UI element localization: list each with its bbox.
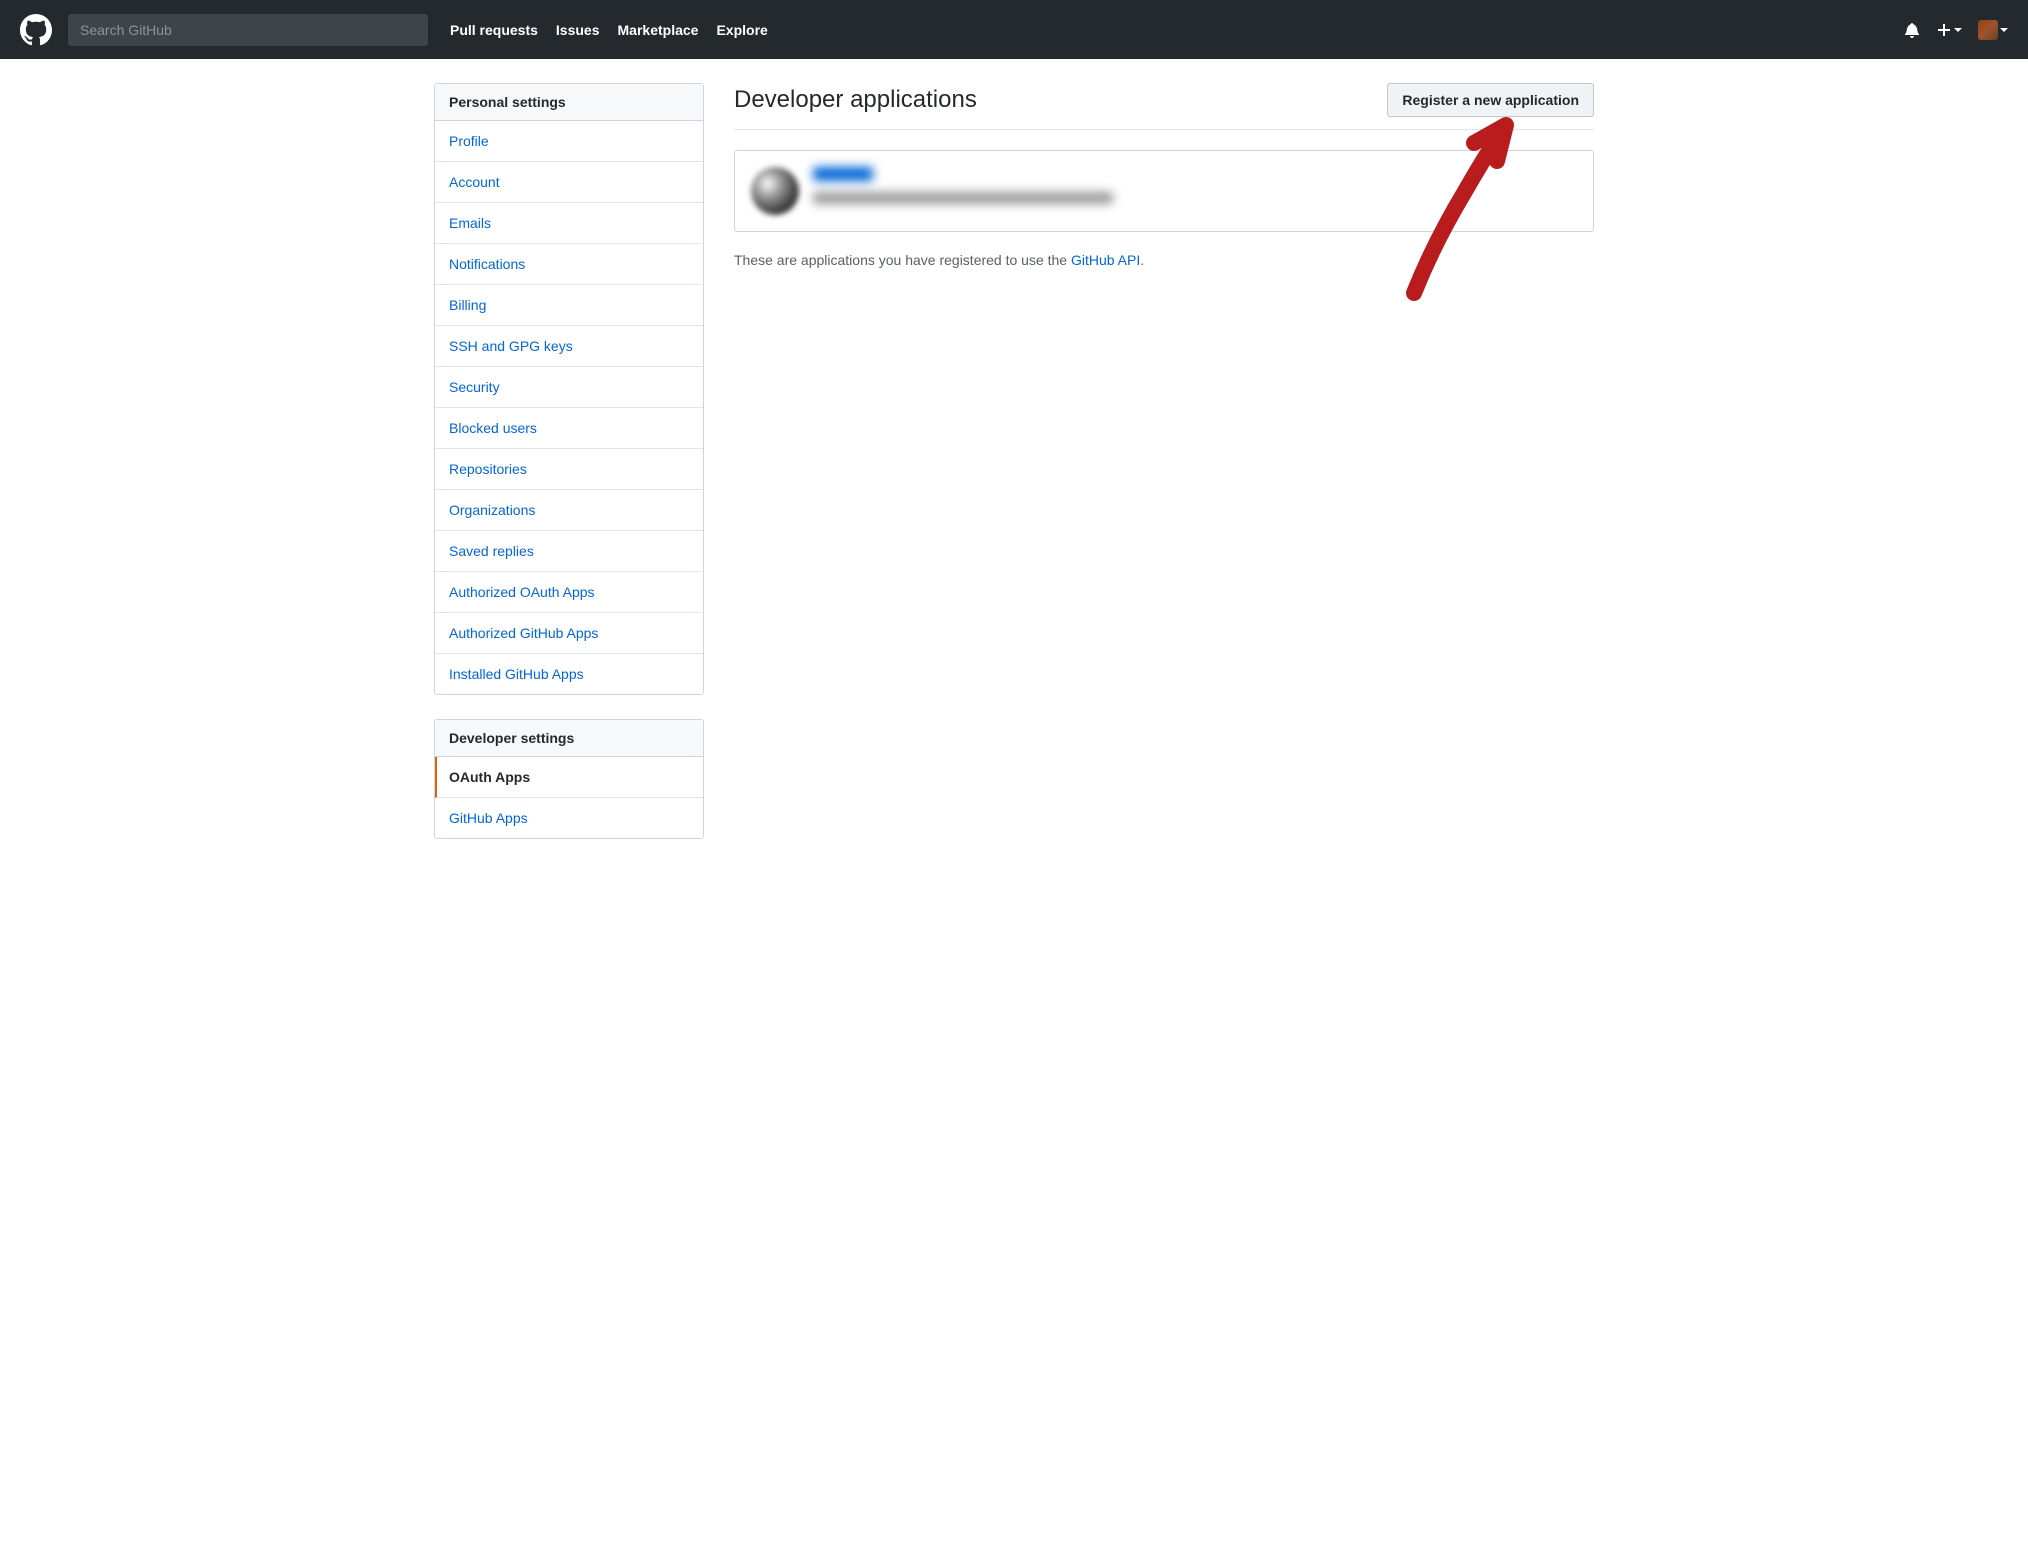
sidebar-item-account[interactable]: Account xyxy=(435,162,703,203)
application-icon xyxy=(751,167,799,215)
sidebar-item-installed-github-apps[interactable]: Installed GitHub Apps xyxy=(435,654,703,694)
header-user-actions xyxy=(1904,20,2008,40)
sidebar-item-security[interactable]: Security xyxy=(435,367,703,408)
caret-down-icon xyxy=(2000,28,2008,32)
developer-settings-menu: Developer settings OAuth Apps GitHub App… xyxy=(434,719,704,839)
create-new-dropdown[interactable] xyxy=(1936,22,1962,38)
sidebar-item-oauth-apps[interactable]: OAuth Apps xyxy=(435,757,703,798)
application-row[interactable] xyxy=(734,150,1594,232)
sidebar-item-saved-replies[interactable]: Saved replies xyxy=(435,531,703,572)
sidebar-item-github-apps[interactable]: GitHub Apps xyxy=(435,798,703,838)
github-api-link[interactable]: GitHub API xyxy=(1071,252,1140,268)
application-name xyxy=(813,167,873,181)
caret-down-icon xyxy=(1954,28,1962,32)
sidebar-item-billing[interactable]: Billing xyxy=(435,285,703,326)
page-header: Developer applications Register a new ap… xyxy=(734,83,1594,130)
sidebar-item-organizations[interactable]: Organizations xyxy=(435,490,703,531)
search-input[interactable] xyxy=(68,14,428,46)
info-text-suffix: . xyxy=(1140,252,1144,268)
applications-info-text: These are applications you have register… xyxy=(734,252,1594,268)
github-logo-icon[interactable] xyxy=(20,14,52,46)
sidebar-item-authorized-oauth-apps[interactable]: Authorized OAuth Apps xyxy=(435,572,703,613)
user-menu-dropdown[interactable] xyxy=(1978,20,2008,40)
sidebar-item-repositories[interactable]: Repositories xyxy=(435,449,703,490)
sidebar-item-emails[interactable]: Emails xyxy=(435,203,703,244)
plus-icon xyxy=(1936,22,1952,38)
personal-settings-header: Personal settings xyxy=(435,84,703,121)
sidebar-item-ssh-gpg-keys[interactable]: SSH and GPG keys xyxy=(435,326,703,367)
avatar xyxy=(1978,20,1998,40)
nav-issues[interactable]: Issues xyxy=(556,22,600,38)
nav-explore[interactable]: Explore xyxy=(716,22,767,38)
page-title: Developer applications xyxy=(734,86,977,114)
sidebar-item-authorized-github-apps[interactable]: Authorized GitHub Apps xyxy=(435,613,703,654)
sidebar-item-notifications[interactable]: Notifications xyxy=(435,244,703,285)
application-details xyxy=(813,167,1577,204)
sidebar-item-profile[interactable]: Profile xyxy=(435,121,703,162)
notifications-bell-icon[interactable] xyxy=(1904,22,1920,38)
primary-nav: Pull requests Issues Marketplace Explore xyxy=(450,22,768,38)
sidebar-item-blocked-users[interactable]: Blocked users xyxy=(435,408,703,449)
personal-settings-menu: Personal settings Profile Account Emails… xyxy=(434,83,704,695)
register-new-application-button[interactable]: Register a new application xyxy=(1387,83,1594,117)
settings-sidebar: Personal settings Profile Account Emails… xyxy=(434,83,704,863)
application-meta xyxy=(813,192,1113,204)
nav-pull-requests[interactable]: Pull requests xyxy=(450,22,538,38)
developer-settings-header: Developer settings xyxy=(435,720,703,757)
main-content: Developer applications Register a new ap… xyxy=(734,83,1594,863)
info-text-prefix: These are applications you have register… xyxy=(734,252,1071,268)
nav-marketplace[interactable]: Marketplace xyxy=(618,22,699,38)
global-header: Pull requests Issues Marketplace Explore xyxy=(0,0,2028,59)
